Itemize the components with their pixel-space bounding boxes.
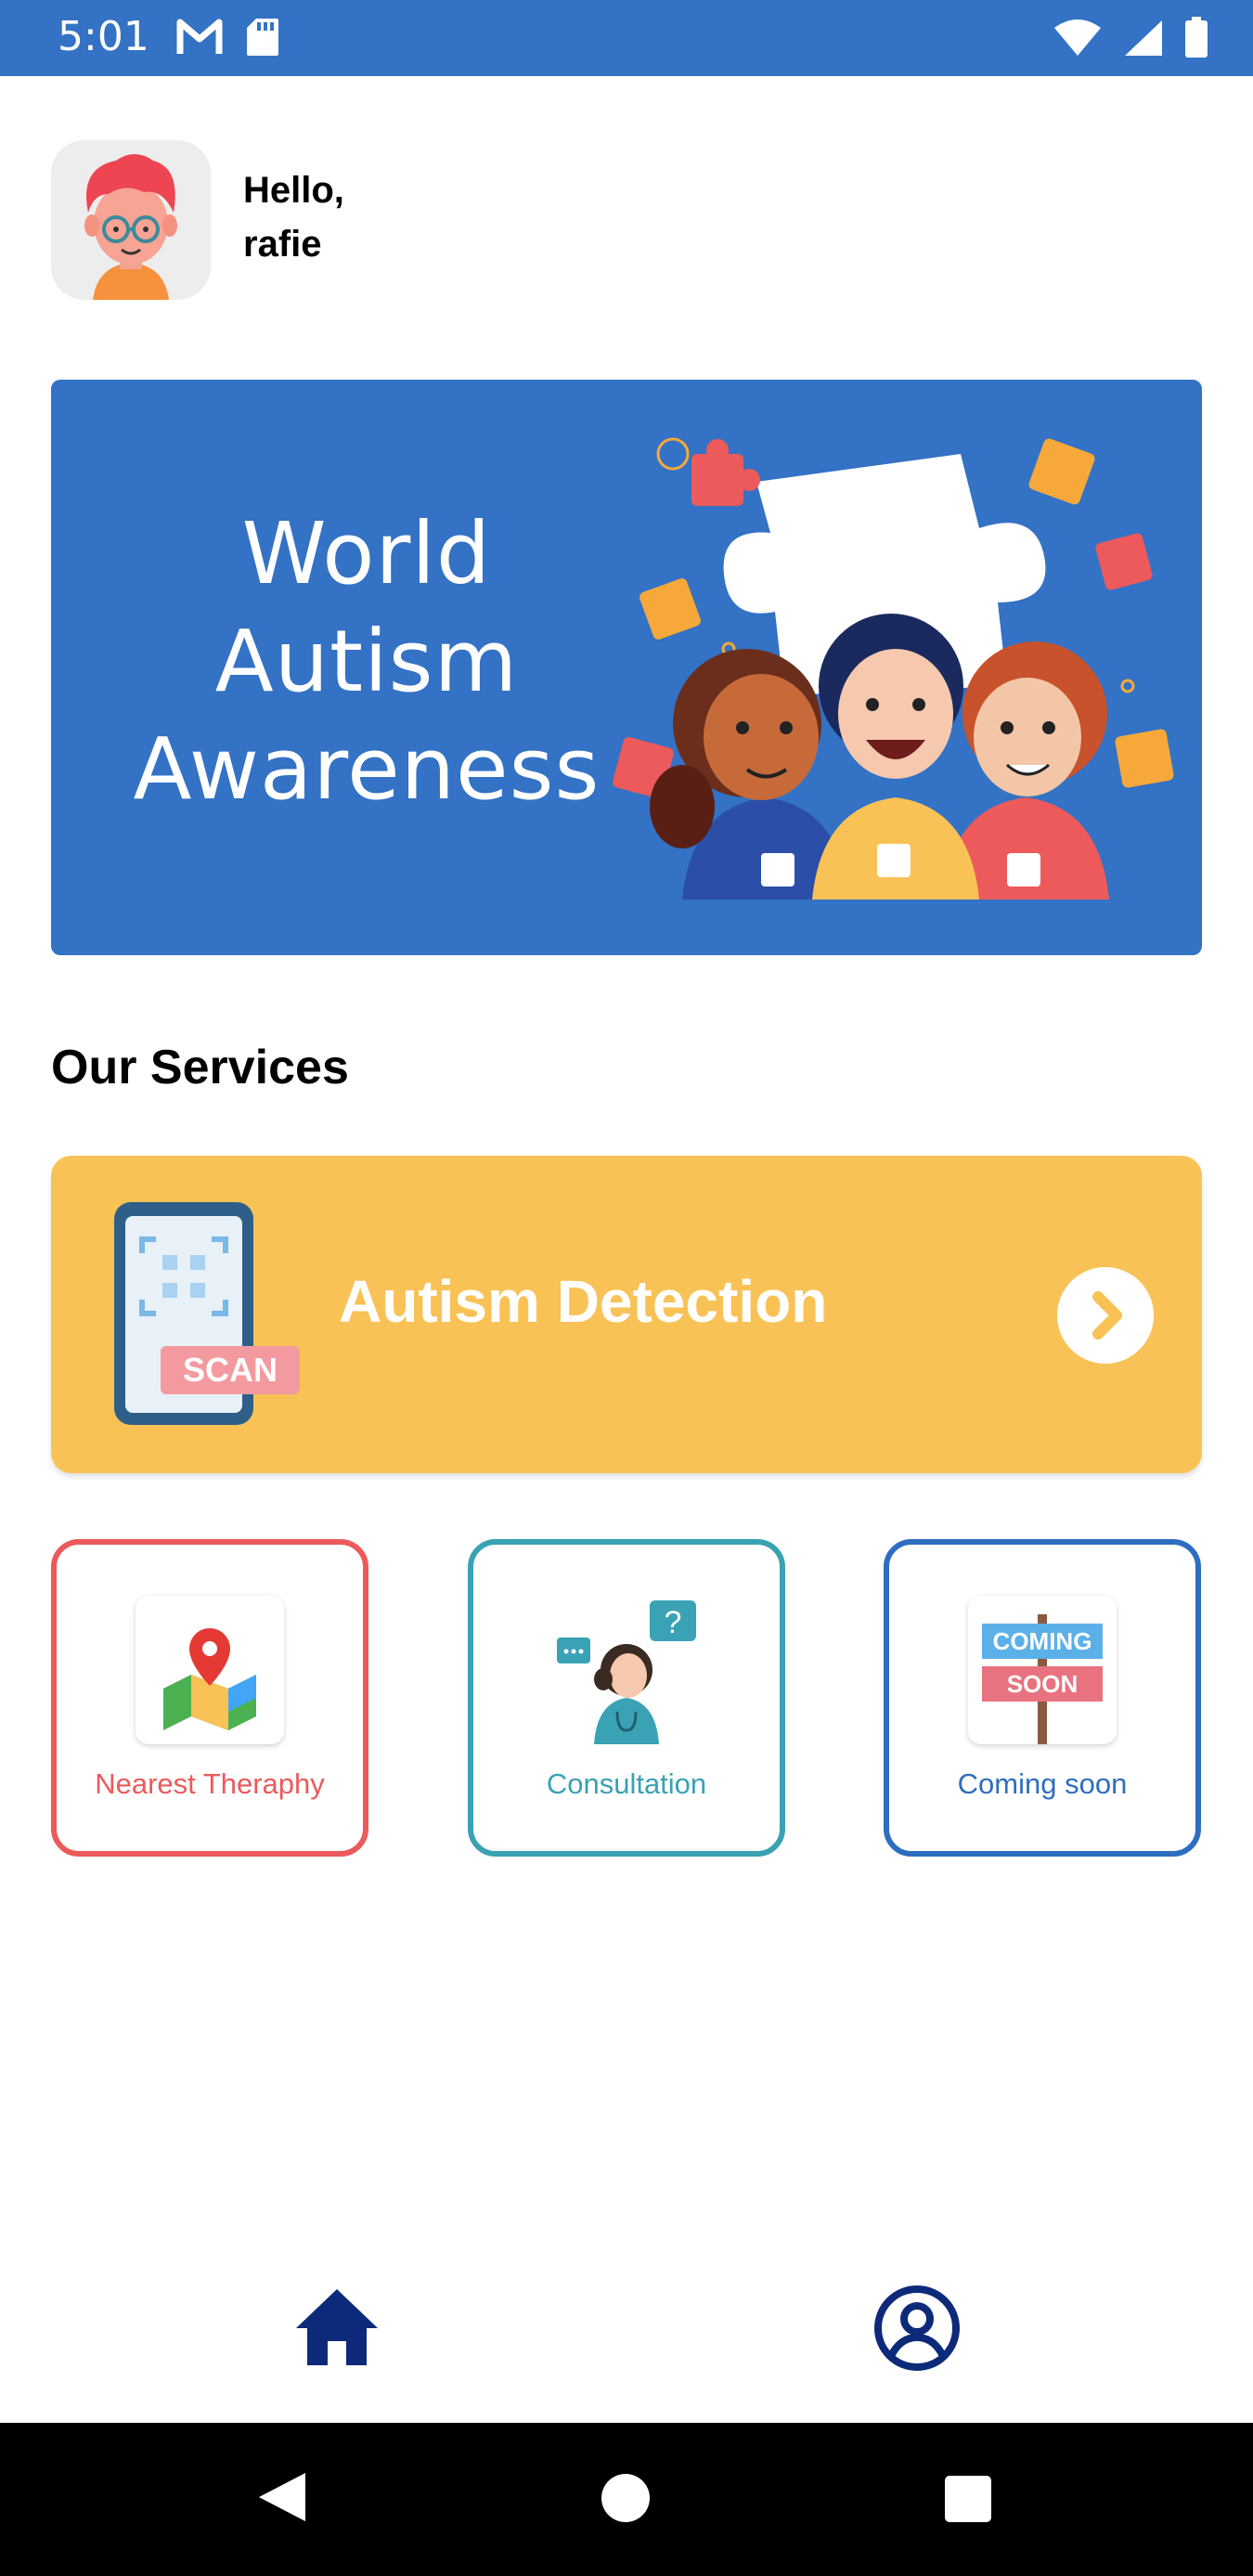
autism-detection-card[interactable]: SCAN Autism Detection <box>51 1156 1202 1473</box>
greeting: Hello, rafie <box>243 163 344 271</box>
svg-text:?: ? <box>665 1605 682 1640</box>
service-tile-nearest-therapy[interactable]: Nearest Theraphy <box>51 1539 368 1857</box>
sign-line-1: COMING <box>993 1627 1092 1655</box>
chevron-right-icon[interactable] <box>1057 1267 1154 1364</box>
greeting-username: rafie <box>243 224 322 265</box>
greeting-hello: Hello, <box>243 170 344 211</box>
sign-line-2: SOON <box>1007 1670 1079 1698</box>
banner-line-2: Autism <box>214 612 519 711</box>
banner-title: World Autism Awareness <box>88 500 645 823</box>
sd-card-icon <box>247 19 278 56</box>
profile-icon[interactable] <box>872 2284 962 2373</box>
avatar[interactable] <box>51 140 211 300</box>
home-circle-icon[interactable] <box>601 2474 650 2522</box>
scan-text: SCAN <box>183 1351 278 1389</box>
bottom-navigation <box>0 2265 1253 2423</box>
service-tile-coming-soon[interactable]: COMING SOON Coming soon <box>884 1539 1201 1857</box>
status-bar: 5:01 <box>0 0 1253 76</box>
banner-line-3: Awareness <box>133 719 601 819</box>
recents-icon[interactable] <box>945 2476 991 2522</box>
map-pin-icon <box>136 1596 284 1744</box>
doctor-icon: ? <box>552 1596 701 1744</box>
system-navigation-bar <box>0 2423 1253 2576</box>
tile-label-nearest-therapy: Nearest Theraphy <box>95 1767 325 1800</box>
wifi-icon <box>1054 19 1101 56</box>
section-title-services: Our Services <box>51 1041 349 1094</box>
battery-icon <box>1185 17 1208 58</box>
awareness-banner[interactable]: World Autism Awareness <box>51 380 1202 955</box>
tile-label-consultation: Consultation <box>546 1767 707 1800</box>
signal-icon <box>1125 20 1162 56</box>
back-icon[interactable] <box>255 2469 307 2525</box>
coming-soon-sign-icon: COMING SOON <box>968 1596 1117 1744</box>
autism-detection-label: Autism Detection <box>339 1268 828 1335</box>
status-time: 5:01 <box>58 13 149 60</box>
home-icon[interactable] <box>292 2285 381 2369</box>
gmail-icon <box>176 19 223 54</box>
service-tile-consultation[interactable]: ? Consultation <box>468 1539 785 1857</box>
tile-label-coming-soon: Coming soon <box>957 1767 1128 1800</box>
avatar-illustration <box>84 154 177 300</box>
kids-puzzle-illustration <box>613 437 1174 900</box>
banner-line-1: World <box>241 504 492 603</box>
phone-scan-icon: SCAN <box>114 1202 300 1425</box>
